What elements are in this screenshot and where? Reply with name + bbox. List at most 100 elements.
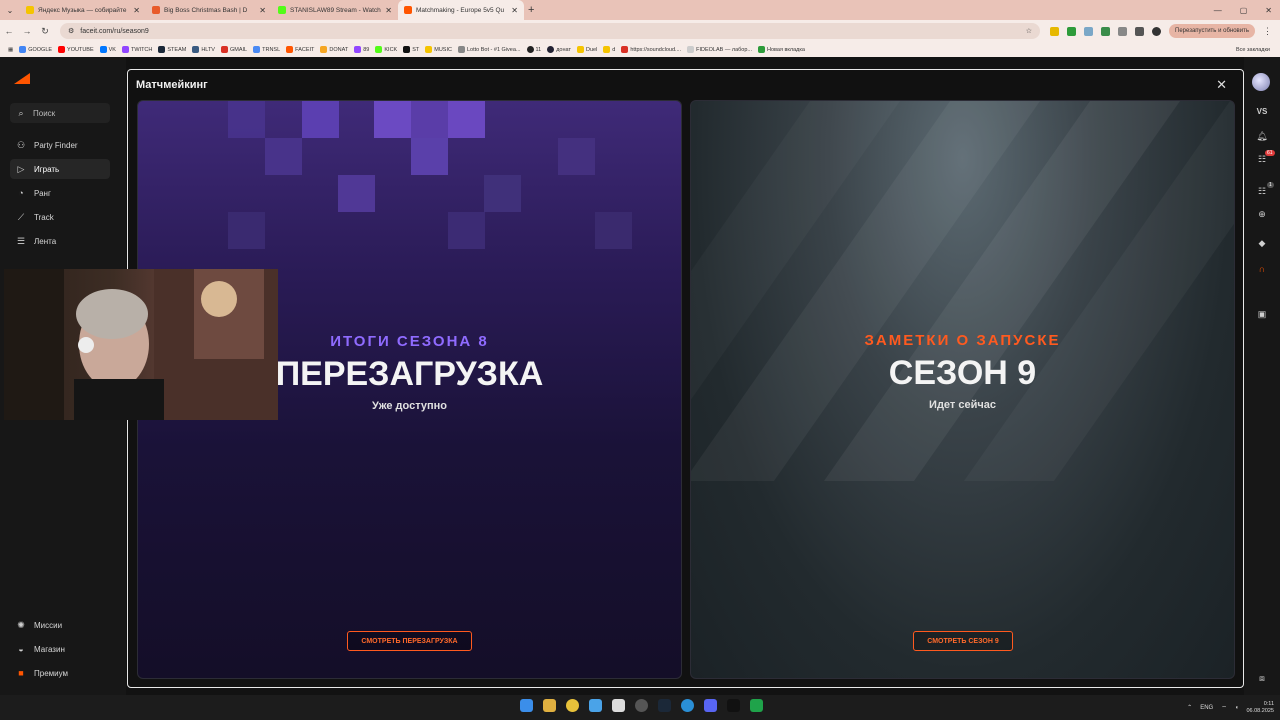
close-tab-icon[interactable]: ✕ — [385, 6, 392, 15]
vs-button[interactable]: VS — [1244, 107, 1280, 116]
wifi-icon[interactable]: ⌔ — [1221, 704, 1227, 712]
chart-icon: ⟋ — [17, 211, 25, 222]
minimize-icon[interactable]: — — [1214, 6, 1222, 15]
watch-reload-button[interactable]: СМОТРЕТЬ ПЕРЕЗАГРУЗКА — [347, 631, 472, 651]
apps-icon[interactable]: ▦ — [8, 47, 13, 53]
bookmark[interactable]: MUSIC — [425, 46, 452, 53]
profile-icon[interactable] — [1152, 26, 1161, 36]
friends-icon[interactable]: ☷ — [1244, 154, 1280, 165]
bookmark[interactable]: GOOGLE — [19, 46, 52, 53]
browser-tab[interactable]: Яндекс Музыка — собирайте ✕ — [20, 0, 146, 20]
sidebar-item-rank[interactable]: ◔ Ранг — [10, 183, 110, 203]
maximize-icon[interactable]: ▢ — [1240, 6, 1248, 15]
volume-icon[interactable]: ◖ — [1235, 705, 1239, 711]
tray-chevron-icon[interactable]: ⌃ — [1187, 704, 1192, 711]
faceit-app-icon[interactable] — [727, 699, 740, 712]
bookmark[interactable]: YOUTUBE — [58, 46, 94, 53]
new-tab-button[interactable]: + — [528, 4, 534, 16]
site-info-icon[interactable]: ⚙ — [68, 27, 74, 35]
notepad-icon[interactable] — [612, 699, 625, 712]
browser-tab[interactable]: STANISLAW89 Stream - Watch ✕ — [272, 0, 398, 20]
steam-icon[interactable] — [658, 699, 671, 712]
users-icon: ⚇ — [16, 139, 26, 150]
chrome-icon[interactable] — [566, 699, 579, 712]
reload-icon[interactable]: ↻ — [36, 26, 54, 37]
sidebar-search[interactable]: ⌕ Поиск — [10, 103, 110, 123]
faceit-logo-icon[interactable] — [14, 73, 30, 85]
tab-search-icon[interactable]: ⌄ — [0, 0, 20, 20]
bookmark[interactable]: KICK — [375, 46, 397, 53]
browser-tab[interactable]: Big Boss Christmas Bash | D ✕ — [146, 0, 272, 20]
back-icon[interactable]: ← — [0, 26, 18, 36]
sidebar-icon[interactable] — [1135, 26, 1144, 36]
all-bookmarks-link[interactable]: Все закладки — [1236, 42, 1270, 57]
bookmark[interactable]: Duel — [576, 46, 597, 53]
sidebar-item-track[interactable]: ⟋ Track — [10, 207, 110, 227]
clock[interactable]: 0:11 06.08.2025 — [1246, 701, 1274, 715]
menu-icon[interactable]: ⋮ — [1263, 26, 1272, 37]
sidebar-item-play[interactable]: ▷ Играть — [10, 159, 110, 179]
extension-icon[interactable] — [1067, 26, 1076, 36]
sidebar-item-shop[interactable]: ◒ Магазин — [10, 639, 110, 659]
bookmark[interactable]: GMAIL — [220, 46, 247, 53]
close-tab-icon[interactable]: ✕ — [133, 6, 140, 15]
chip-icon[interactable]: ▣ — [1244, 309, 1280, 320]
sidebar-item-premium[interactable]: ■ Премиум — [10, 663, 110, 683]
puzzle-icon[interactable] — [1118, 26, 1127, 36]
party-count-badge: 1 — [1267, 182, 1274, 188]
season9-card[interactable]: ЗАМЕТКИ О ЗАПУСКЕ СЕЗОН 9 Идет сейчас СМ… — [690, 100, 1235, 679]
party-icon[interactable]: ☷ — [1244, 186, 1280, 197]
bookmark[interactable]: 11 — [526, 46, 541, 53]
file-explorer-icon[interactable] — [543, 699, 556, 712]
windows-start-icon[interactable] — [520, 699, 533, 712]
tab-favicon-icon — [152, 6, 160, 14]
photos-icon[interactable] — [589, 699, 602, 712]
discord-icon[interactable] — [704, 699, 717, 712]
language-indicator[interactable]: ENG — [1200, 705, 1213, 711]
avatar[interactable] — [1252, 73, 1270, 91]
extension-icon[interactable] — [1084, 26, 1093, 36]
url-text: faceit.com/ru/season9 — [80, 27, 149, 35]
telegram-icon[interactable] — [681, 699, 694, 712]
bell-icon[interactable]: 🔔︎ — [1244, 131, 1280, 142]
bookmark[interactable]: d — [603, 46, 615, 53]
bookmark[interactable]: TWITCH — [121, 46, 152, 53]
extension-icon[interactable] — [1050, 26, 1059, 36]
relaunch-button[interactable]: Перезапустить и обновить — [1169, 24, 1255, 38]
close-tab-icon[interactable]: ✕ — [259, 6, 266, 15]
bookmark[interactable]: HLTV — [192, 46, 215, 53]
watch-season9-button[interactable]: СМОТРЕТЬ СЕЗОН 9 — [913, 631, 1013, 651]
bookmark[interactable]: TRNSL — [253, 46, 280, 53]
close-tab-icon[interactable]: ✕ — [511, 6, 518, 15]
close-icon[interactable]: ✕ — [1216, 77, 1227, 93]
sidebar-item-missions[interactable]: ✺ Миссии — [10, 615, 110, 635]
obs-icon[interactable] — [635, 699, 648, 712]
bookmark[interactable]: STEAM — [158, 46, 186, 53]
bookmark[interactable]: VK — [99, 46, 116, 53]
bookmark-star-icon[interactable]: ☆ — [1026, 27, 1032, 35]
bookmark[interactable]: ST — [403, 46, 419, 53]
close-window-icon[interactable]: ✕ — [1265, 6, 1272, 15]
pixel-decor — [484, 175, 521, 212]
bookmark[interactable]: донат — [547, 46, 571, 53]
pixel-decor — [448, 101, 485, 138]
headset-icon[interactable]: ∩ — [1244, 264, 1280, 274]
browser-tab-active[interactable]: Matchmaking - Europe 5v5 Qu ✕ — [398, 0, 524, 20]
club-avatar-icon[interactable]: ◆ — [1244, 238, 1280, 249]
bookmark[interactable]: 89 — [354, 46, 369, 53]
forward-icon[interactable]: → — [18, 26, 36, 36]
spreadsheet-icon[interactable] — [750, 699, 763, 712]
bookmark[interactable]: FACEIT — [286, 46, 314, 53]
sidebar-item-feed[interactable]: ☰ Лента — [10, 231, 110, 251]
bookmark[interactable]: Lotto Bot - #1 Givea... — [457, 46, 521, 53]
collapse-icon[interactable]: ⧈ — [1244, 673, 1280, 684]
bookmark[interactable]: FIDEOLAB — лабор... — [687, 46, 752, 53]
sidebar-item-party-finder[interactable]: ⚇ Party Finder — [10, 135, 110, 155]
address-bar[interactable]: ⚙ faceit.com/ru/season9 ☆ — [60, 23, 1040, 39]
bookmark[interactable]: DONAT — [320, 46, 348, 53]
feed-icon: ☰ — [16, 235, 26, 246]
bookmark[interactable]: https://soundcloud.... — [621, 46, 681, 53]
bookmark[interactable]: Новая вкладка — [758, 46, 805, 53]
add-icon[interactable]: ⊕ — [1244, 209, 1280, 220]
extension-icon[interactable] — [1101, 26, 1110, 36]
